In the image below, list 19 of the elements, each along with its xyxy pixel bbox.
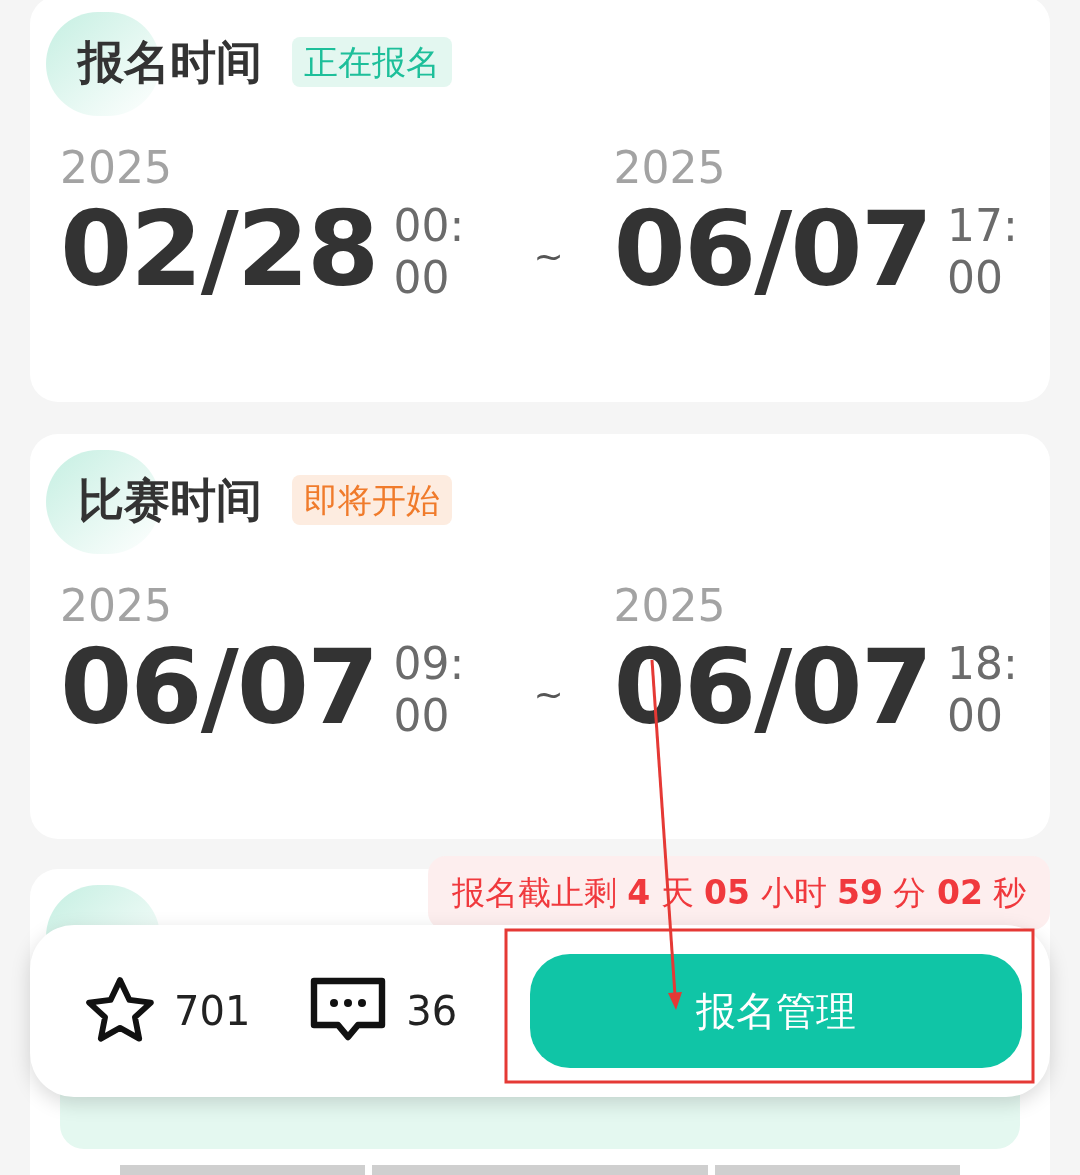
section-title: 报名时间 xyxy=(78,34,262,90)
time-text: 17:00 xyxy=(947,200,1019,304)
year-text: 2025 xyxy=(613,142,727,194)
section-title: 比赛时间 xyxy=(78,471,262,528)
status-badge: 正在报名 xyxy=(292,37,452,87)
time-text: 09:00 xyxy=(393,637,466,742)
favorite-button[interactable]: 701 xyxy=(80,972,251,1050)
range-separator: ~ xyxy=(533,672,564,717)
date-text: 06/07 xyxy=(613,194,932,304)
time-text: 18:00 xyxy=(947,637,1019,742)
date-text: 02/28 xyxy=(60,194,378,304)
comment-button[interactable]: 36 xyxy=(308,975,458,1047)
date-text: 06/07 xyxy=(60,631,378,742)
time-text: 00:00 xyxy=(393,200,466,304)
year-text: 2025 xyxy=(60,142,173,194)
status-badge: 即将开始 xyxy=(292,474,452,525)
year-text: 2025 xyxy=(613,579,727,632)
year-text: 2025 xyxy=(60,579,173,632)
range-separator: ~ xyxy=(533,235,564,279)
